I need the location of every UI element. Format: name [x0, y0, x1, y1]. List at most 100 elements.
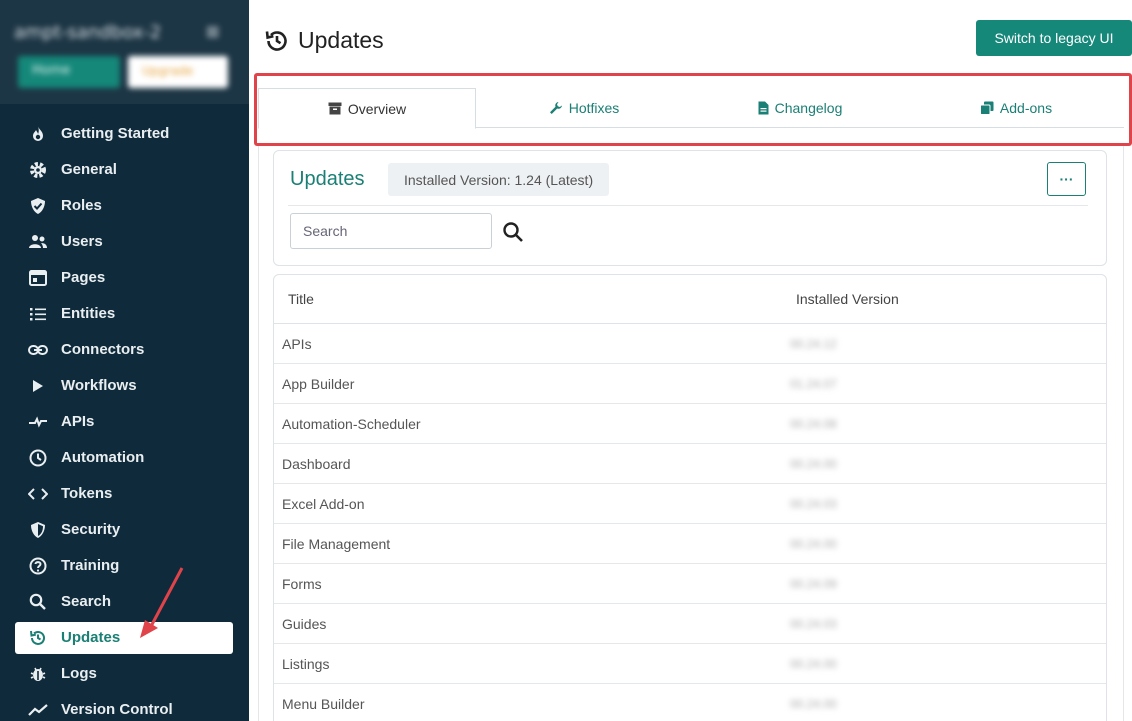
copy-icon: [979, 101, 994, 115]
chart-line-icon: [27, 700, 49, 720]
divider: [288, 205, 1088, 206]
sidebar-item-logs[interactable]: Logs: [15, 658, 233, 690]
shield-check-icon: [27, 196, 49, 216]
org-close-icon[interactable]: ⊠: [206, 22, 230, 44]
table-row[interactable]: Dashboard 00.24.00: [274, 444, 1106, 484]
home-button[interactable]: Home: [18, 56, 120, 88]
sidebar-item-label: Users: [61, 233, 103, 250]
sidebar-item-label: Roles: [61, 197, 102, 214]
tab-overview[interactable]: Overview: [258, 88, 476, 129]
tab-bar: Overview Hotfixes Changelog Add-ons: [258, 88, 1124, 129]
gear-icon: [27, 160, 49, 180]
row-title: Listings: [282, 656, 330, 672]
installed-version-badge: Installed Version: 1.24 (Latest): [388, 163, 610, 196]
sidebar-item-updates[interactable]: Updates: [15, 622, 233, 654]
table-row[interactable]: File Management 00.24.00: [274, 524, 1106, 564]
code-icon: [27, 484, 49, 504]
table-row[interactable]: App Builder 01.24.07: [274, 364, 1106, 404]
page-title: Updates: [298, 27, 384, 53]
row-version: 00.24.00: [790, 537, 837, 551]
row-title: Automation-Scheduler: [282, 416, 421, 432]
sidebar-item-label: Tokens: [61, 485, 113, 502]
sidebar-item-search[interactable]: Search: [15, 586, 233, 618]
row-version: 00.24.08: [790, 417, 837, 431]
row-title: File Management: [282, 536, 391, 552]
sidebar-item-entities[interactable]: Entities: [15, 298, 233, 330]
window-icon: [27, 268, 49, 288]
bug-icon: [27, 664, 49, 684]
sidebar-item-workflows[interactable]: Workflows: [15, 370, 233, 402]
row-version: 00.24.00: [790, 457, 837, 471]
sidebar-item-apis[interactable]: APIs: [15, 406, 233, 438]
question-icon: [27, 556, 49, 576]
org-name[interactable]: ampt-sandbox-2: [14, 22, 194, 44]
search-input[interactable]: [290, 213, 492, 249]
updates-summary-card: Updates Installed Version: 1.24 (Latest)…: [273, 150, 1107, 266]
sidebar-item-general[interactable]: General: [15, 154, 233, 186]
sidebar-item-label: Entities: [61, 305, 116, 322]
search-icon: [27, 592, 49, 612]
row-title: Menu Builder: [282, 696, 365, 712]
sidebar-item-roles[interactable]: Roles: [15, 190, 233, 222]
users-icon: [27, 232, 49, 252]
sidebar-header: ampt-sandbox-2 ⊠ Home Upgrade: [0, 0, 249, 104]
sidebar-item-label: Security: [61, 521, 121, 538]
table-row[interactable]: Menu Builder 00.24.00: [274, 684, 1106, 721]
switch-legacy-ui-button[interactable]: Switch to legacy UI: [976, 20, 1132, 56]
row-version: 00.24.00: [790, 657, 837, 671]
row-title: Dashboard: [282, 456, 351, 472]
play-icon: [27, 376, 49, 396]
sidebar-item-pages[interactable]: Pages: [15, 262, 233, 294]
sidebar-item-label: Version Control: [61, 701, 173, 718]
updates-table: Title Installed Version APIs 00.24.12 Ap…: [273, 274, 1107, 721]
sidebar-item-label: Getting Started: [61, 125, 170, 142]
table-row[interactable]: Listings 00.24.00: [274, 644, 1106, 684]
tab-label: Overview: [347, 100, 407, 117]
table-row[interactable]: Automation-Scheduler 00.24.08: [274, 404, 1106, 444]
sidebar-item-training[interactable]: Training: [15, 550, 233, 582]
sidebar-item-users[interactable]: Users: [15, 226, 233, 258]
upgrade-button[interactable]: Upgrade: [128, 56, 228, 88]
table-row[interactable]: Forms 00.24.09: [274, 564, 1106, 604]
shield-half-icon: [27, 520, 49, 540]
sidebar-item-label: APIs: [61, 413, 95, 430]
sidebar-item-label: Training: [61, 557, 120, 574]
sidebar-item-version-control[interactable]: Version Control: [15, 694, 233, 721]
tab-add-ons[interactable]: Add-ons: [908, 88, 1124, 128]
annotation-arrow-icon: [140, 567, 184, 638]
clock-icon: [27, 448, 49, 468]
search-icon[interactable]: [502, 221, 524, 243]
sidebar-item-automation[interactable]: Automation: [15, 442, 233, 474]
column-header-title[interactable]: Title: [288, 275, 314, 323]
row-version: 00.24.00: [790, 697, 837, 711]
tab-label: Hotfixes: [568, 100, 620, 116]
row-version: 01.24.07: [790, 377, 837, 391]
wrench-icon: [549, 101, 563, 115]
sidebar-item-tokens[interactable]: Tokens: [15, 478, 233, 510]
table-row[interactable]: Guides 00.24.03: [274, 604, 1106, 644]
tab-changelog[interactable]: Changelog: [692, 88, 908, 128]
sidebar-item-label: General: [61, 161, 117, 178]
sidebar-item-label: Updates: [61, 629, 121, 646]
sidebar: ampt-sandbox-2 ⊠ Home Upgrade Getting St…: [0, 0, 249, 721]
sidebar-item-getting-started[interactable]: Getting Started: [15, 118, 233, 150]
table-row[interactable]: Excel Add-on 00.24.03: [274, 484, 1106, 524]
tab-hotfixes[interactable]: Hotfixes: [476, 88, 692, 128]
sidebar-item-security[interactable]: Security: [15, 514, 233, 546]
card-title: Updates: [290, 168, 365, 190]
sidebar-item-label: Connectors: [61, 341, 145, 358]
table-row[interactable]: APIs 00.24.12: [274, 324, 1106, 364]
sidebar-item-connectors[interactable]: Connectors: [15, 334, 233, 366]
row-title: APIs: [282, 336, 312, 352]
home-button-label: Home: [32, 63, 71, 78]
row-version: 00.24.09: [790, 577, 837, 591]
row-title: App Builder: [282, 376, 355, 392]
more-options-button[interactable]: ···: [1047, 162, 1086, 196]
row-title: Guides: [282, 616, 327, 632]
sidebar-item-label: Automation: [61, 449, 145, 466]
api-icon: [27, 412, 49, 432]
row-title: Forms: [282, 576, 322, 592]
row-version: 00.24.03: [790, 617, 837, 631]
column-header-installed-version[interactable]: Installed Version: [796, 275, 899, 323]
history-icon: [27, 628, 49, 648]
